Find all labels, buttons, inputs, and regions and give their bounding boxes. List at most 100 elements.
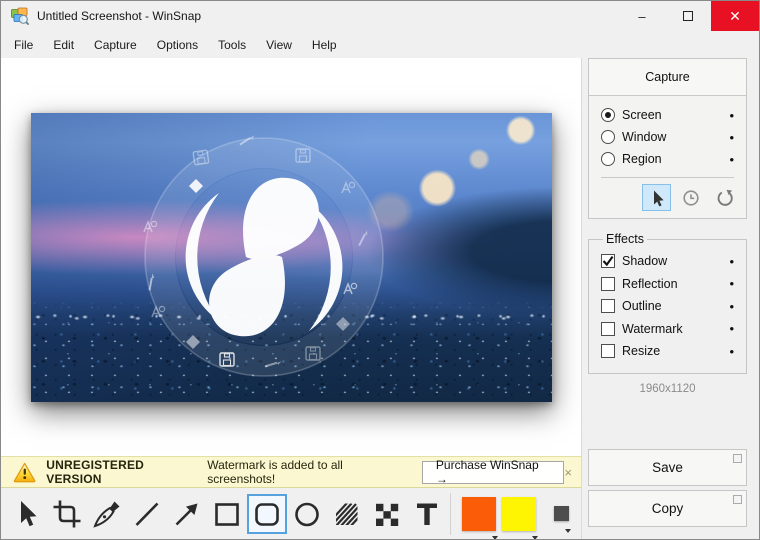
ellipse-tool-button[interactable] [287,494,327,534]
editor-column: UNREGISTERED VERSION Watermark is added … [1,58,582,539]
menu-tools[interactable]: Tools [208,33,256,57]
effect-resize[interactable]: Resize • [601,340,734,363]
shadow-submenu-bullet[interactable]: • [729,254,734,269]
arrow-icon [172,499,202,529]
line-icon [132,499,162,529]
select-tool-button[interactable] [7,494,47,534]
capture-panel: Capture Screen • Window • Region [588,58,747,219]
capture-mode-window[interactable]: Window • [601,126,734,148]
line-width-swatch[interactable] [554,506,569,521]
close-button[interactable]: ✕ [711,1,759,31]
repeat-capture-option-button[interactable] [710,184,739,211]
shadow-checkbox[interactable] [601,254,615,268]
arrow-tool-button[interactable] [167,494,207,534]
effects-panel-title: Effects [603,232,647,246]
screen-radio[interactable] [601,108,615,122]
watermark-label: Watermark [622,322,683,336]
title-bar: Untitled Screenshot - WinSnap – ✕ [1,1,759,31]
warning-title: UNREGISTERED VERSION [46,458,198,486]
region-label: Region [622,152,662,166]
rectangle-icon [212,499,242,529]
winsnap-watermark [134,127,394,387]
repeat-icon [716,189,734,207]
ellipse-icon [292,499,322,529]
pixelate-icon [372,499,402,529]
capture-mode-screen[interactable]: Screen • [601,104,734,126]
drawing-toolbar [1,488,581,539]
pen-icon [92,499,122,529]
menu-bar: File Edit Capture Options Tools View Hel… [1,31,759,58]
close-icon: ✕ [729,8,741,25]
effect-watermark[interactable]: Watermark • [601,318,734,341]
line-width-dropdown-arrow[interactable] [565,529,571,533]
secondary-color-dropdown-arrow[interactable] [532,536,538,540]
outline-checkbox[interactable] [601,299,615,313]
watermark-checkbox[interactable] [601,322,615,336]
unregistered-warning-bar: UNREGISTERED VERSION Watermark is added … [1,456,581,488]
pixelate-tool-button[interactable] [367,494,407,534]
menu-options[interactable]: Options [147,33,208,57]
effect-outline[interactable]: Outline • [601,295,734,318]
cursor-capture-option-button[interactable] [642,184,671,211]
pen-tool-button[interactable] [87,494,127,534]
region-radio[interactable] [601,152,615,166]
region-submenu-bullet[interactable]: • [729,152,734,167]
rounded-rectangle-icon [252,499,282,529]
warning-message: Watermark is added to all screenshots! [207,458,408,486]
menu-help[interactable]: Help [302,33,347,57]
minimize-button[interactable]: – [619,1,665,31]
resize-checkbox[interactable] [601,344,615,358]
window-radio[interactable] [601,130,615,144]
reflection-checkbox[interactable] [601,277,615,291]
warning-close-icon[interactable]: × [564,465,572,480]
capture-mode-region[interactable]: Region • [601,148,734,170]
resize-label: Resize [622,344,660,358]
purchase-winsnap-button[interactable]: Purchase WinSnap → [422,461,564,484]
screen-submenu-bullet[interactable]: • [729,108,734,123]
primary-color-swatch[interactable] [462,497,496,531]
canvas-workspace[interactable] [1,58,581,456]
save-option-checkbox[interactable] [733,454,742,463]
window-submenu-bullet[interactable]: • [729,130,734,145]
copy-option-checkbox[interactable] [733,495,742,504]
watermark-submenu-bullet[interactable]: • [729,321,734,336]
rounded-rectangle-tool-button[interactable] [247,494,287,534]
capture-button[interactable]: Capture [589,59,746,96]
text-tool-button[interactable] [407,494,447,534]
shadow-label: Shadow [622,254,667,268]
effect-reflection[interactable]: Reflection • [601,273,734,296]
right-panel: Capture Screen • Window • Region [582,58,759,539]
outline-submenu-bullet[interactable]: • [729,299,734,314]
maximize-button[interactable] [665,1,711,31]
rectangle-tool-button[interactable] [207,494,247,534]
reflection-submenu-bullet[interactable]: • [729,276,734,291]
maximize-icon [683,11,693,21]
output-size-label: 1960x1120 [588,383,747,395]
toolbar-separator [450,493,451,535]
timer-capture-option-button[interactable] [676,184,705,211]
menu-file[interactable]: File [4,33,43,57]
secondary-color-swatch[interactable] [502,497,536,531]
copy-button-label: Copy [652,501,684,516]
effect-shadow[interactable]: Shadow • [601,250,734,273]
reflection-label: Reflection [622,277,678,291]
primary-color-dropdown-arrow[interactable] [492,536,498,540]
copy-button[interactable]: Copy [588,490,747,527]
timer-clock-icon [682,189,700,207]
screenshot-preview[interactable] [31,113,552,402]
winsnap-window: Untitled Screenshot - WinSnap – ✕ File E… [0,0,760,540]
resize-submenu-bullet[interactable]: • [729,344,734,359]
menu-view[interactable]: View [256,33,302,57]
menu-edit[interactable]: Edit [43,33,84,57]
menu-capture[interactable]: Capture [84,33,147,57]
window-title: Untitled Screenshot - WinSnap [37,9,201,23]
cursor-icon [648,189,666,207]
line-tool-button[interactable] [127,494,167,534]
blur-tool-button[interactable] [327,494,367,534]
save-button-label: Save [652,460,683,475]
effects-panel: Effects Shadow • Reflection • Outline [588,232,747,374]
checkmark-icon [602,255,614,267]
save-button[interactable]: Save [588,449,747,486]
crop-tool-button[interactable] [47,494,87,534]
select-cursor-icon [12,499,42,529]
